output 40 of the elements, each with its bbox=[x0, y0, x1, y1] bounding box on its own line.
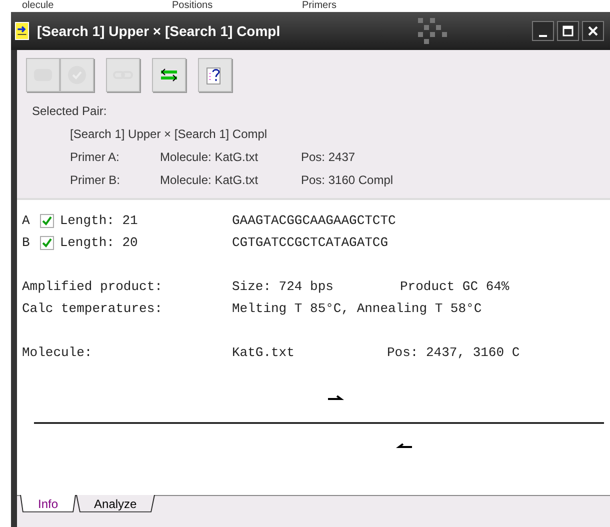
molecule-name: Molecule: KatG.txt bbox=[160, 149, 260, 166]
minimize-icon bbox=[539, 35, 547, 37]
molecule-name: Molecule: KatG.txt bbox=[160, 172, 260, 189]
primer-label: Primer B: bbox=[70, 172, 122, 189]
primer-checkbox[interactable] bbox=[40, 214, 54, 228]
window-title: [Search 1] Upper × [Search 1] Compl bbox=[37, 22, 280, 41]
maximize-button[interactable] bbox=[557, 21, 579, 41]
app-icon bbox=[15, 22, 29, 40]
sequence-text: GAAGTACGGCAAGAAGCTCTC bbox=[232, 212, 396, 230]
pattern-icon bbox=[418, 18, 448, 44]
gc-text: Product GC 64% bbox=[400, 278, 510, 296]
row-label: Amplified product: bbox=[22, 278, 162, 296]
maximize-icon bbox=[562, 25, 574, 37]
row-label: Calc temperatures: bbox=[22, 300, 162, 318]
length-text: Length: 20 bbox=[60, 234, 138, 252]
tab[interactable]: Info bbox=[20, 495, 76, 514]
close-button[interactable] bbox=[582, 21, 604, 41]
temperature-text: Melting T 85°C, Annealing T 58°C bbox=[232, 300, 482, 318]
row-label: Molecule: bbox=[22, 344, 92, 362]
primer-name: B bbox=[22, 234, 30, 252]
column-header: Primers bbox=[302, 0, 338, 12]
position-text: Pos: 2437 bbox=[301, 149, 356, 166]
primer-checkbox[interactable] bbox=[40, 236, 54, 250]
close-icon bbox=[587, 25, 599, 37]
length-text: Length: 21 bbox=[60, 212, 138, 230]
pair-name: [Search 1] Upper × [Search 1] Compl bbox=[69, 126, 268, 143]
minimize-button[interactable] bbox=[532, 21, 554, 41]
tab[interactable]: Analyze bbox=[76, 495, 155, 514]
swap-button[interactable] bbox=[152, 58, 186, 92]
position-text: Pos: 3160 Compl bbox=[301, 172, 394, 189]
help-button[interactable] bbox=[198, 58, 232, 92]
sequence-text: CGTGATCCGCTCATAGATCG bbox=[232, 234, 388, 252]
primer-name: A bbox=[22, 212, 30, 230]
column-header: Positions bbox=[172, 0, 214, 12]
section-heading: Selected Pair: bbox=[32, 103, 108, 120]
column-header: olecule bbox=[22, 0, 55, 12]
size-text: Size: 724 bps bbox=[232, 278, 334, 296]
file-name: KatG.txt bbox=[232, 344, 296, 362]
position-text: Pos: 2437, 3160 C bbox=[387, 344, 520, 362]
primer-label: Primer A: bbox=[70, 149, 120, 166]
